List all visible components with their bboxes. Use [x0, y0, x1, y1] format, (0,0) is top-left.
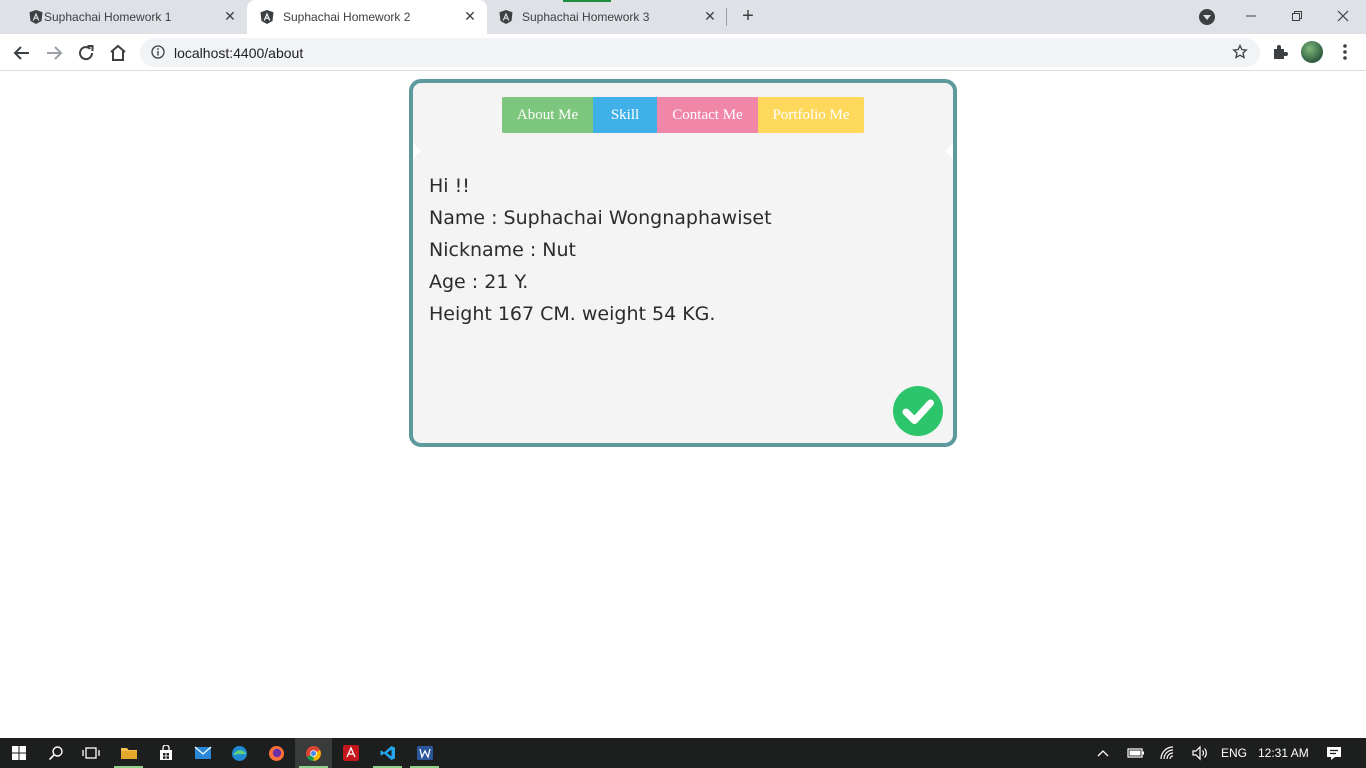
taskbar-word[interactable]	[406, 738, 443, 768]
height-weight-text: Height 167 CM. weight 54 KG.	[429, 303, 716, 325]
speaker-icon	[1192, 745, 1207, 761]
angular-icon	[260, 10, 274, 24]
tab-homework-1[interactable]: Suphachai Homework 1 ✕	[8, 0, 246, 34]
restore-button[interactable]	[1274, 0, 1320, 32]
about-card: About Me Skill Contact Me Portfolio Me H…	[409, 79, 957, 447]
notification-icon	[1327, 747, 1341, 760]
skill-button[interactable]: Skill	[593, 97, 657, 133]
card-notch-right	[945, 143, 953, 159]
start-button[interactable]	[0, 738, 37, 768]
input-language[interactable]: ENG	[1221, 738, 1247, 768]
tab-separator	[726, 8, 727, 26]
search-button[interactable]	[37, 738, 74, 768]
network-button[interactable]	[1152, 738, 1184, 768]
home-icon[interactable]	[106, 41, 130, 65]
angular-icon	[499, 10, 513, 24]
extensions-puzzle-icon[interactable]	[1271, 43, 1289, 61]
forward-arrow-icon[interactable]	[42, 41, 66, 65]
taskbar-file-explorer[interactable]	[110, 738, 147, 768]
greeting-text: Hi !!	[429, 175, 470, 197]
word-icon	[416, 746, 433, 760]
bookmark-star-icon[interactable]	[1232, 44, 1248, 60]
action-center-button[interactable]	[1318, 738, 1350, 768]
search-icon	[48, 746, 63, 761]
browser-toolbar: localhost:4400/about	[0, 34, 1366, 71]
firefox-icon	[269, 745, 284, 761]
minimize-icon	[1246, 15, 1256, 17]
taskbar-acrobat[interactable]	[332, 738, 369, 768]
site-info-icon[interactable]	[151, 45, 165, 59]
battery-button[interactable]	[1120, 738, 1152, 768]
mail-icon	[194, 746, 211, 759]
tab-title: Suphachai Homework 2	[283, 10, 411, 24]
angular-icon	[29, 10, 43, 24]
vscode-icon	[380, 746, 395, 760]
portfolio-me-button[interactable]: Portfolio Me	[758, 97, 864, 133]
chrome-icon	[306, 745, 321, 761]
name-text: Name : Suphachai Wongnaphawiset	[429, 207, 772, 229]
profile-avatar[interactable]	[1301, 41, 1323, 63]
taskbar-vscode[interactable]	[369, 738, 406, 768]
store-bag-icon	[159, 745, 172, 760]
taskbar-firefox[interactable]	[258, 738, 295, 768]
edge-browser-icon	[232, 745, 247, 761]
more-menu-icon[interactable]	[1337, 42, 1353, 62]
nickname-text: Nickname : Nut	[429, 239, 577, 261]
tab-title: Suphachai Homework 3	[522, 10, 650, 24]
folder-icon	[120, 748, 137, 759]
windows-logo-icon	[11, 746, 26, 760]
about-info: Hi !! Name : Suphachai Wongnaphawiset Ni…	[429, 170, 772, 330]
reload-icon[interactable]	[74, 41, 98, 65]
checkmark-icon	[902, 399, 934, 424]
taskbar-store[interactable]	[147, 738, 184, 768]
windows-taskbar: ENG 12:31 AM	[0, 738, 1366, 768]
browser-tab-strip: Suphachai Homework 1 ✕ Suphachai Homewor…	[0, 0, 1366, 34]
close-icon[interactable]: ✕	[462, 8, 478, 24]
show-hidden-icons-button[interactable]	[1086, 738, 1120, 768]
card-notch-left	[413, 143, 421, 159]
close-icon[interactable]: ✕	[702, 8, 718, 24]
task-view-icon	[81, 747, 100, 759]
close-window-button[interactable]	[1320, 0, 1366, 32]
url-text: localhost:4400/about	[174, 45, 304, 61]
tab-homework-2[interactable]: Suphachai Homework 2 ✕	[247, 0, 487, 34]
acrobat-icon	[342, 745, 359, 761]
back-arrow-icon[interactable]	[10, 41, 34, 65]
contact-me-button[interactable]: Contact Me	[657, 97, 758, 133]
taskbar-edge[interactable]	[221, 738, 258, 768]
taskbar-chrome[interactable]	[295, 738, 332, 768]
restore-icon	[1292, 11, 1302, 21]
new-tab-button[interactable]: +	[737, 6, 759, 28]
close-icon	[1337, 10, 1349, 22]
age-text: Age : 21 Y.	[429, 271, 529, 293]
tab-search-icon[interactable]	[1199, 9, 1215, 25]
taskbar-mail[interactable]	[184, 738, 221, 768]
about-me-button[interactable]: About Me	[502, 97, 593, 133]
task-view-button[interactable]	[72, 738, 109, 768]
battery-icon	[1127, 748, 1144, 758]
address-bar[interactable]: localhost:4400/about	[140, 38, 1260, 67]
tab-title: Suphachai Homework 1	[44, 10, 172, 24]
section-nav: About Me Skill Contact Me Portfolio Me	[502, 97, 864, 133]
chevron-up-icon	[1097, 750, 1109, 757]
clock-time[interactable]: 12:31 AM	[1258, 738, 1309, 768]
tab-homework-3[interactable]: Suphachai Homework 3 ✕	[488, 0, 726, 34]
volume-button[interactable]	[1184, 738, 1216, 768]
minimize-button[interactable]	[1228, 0, 1274, 32]
close-icon[interactable]: ✕	[222, 8, 238, 24]
wifi-icon	[1160, 746, 1174, 760]
check-badge	[893, 386, 943, 436]
